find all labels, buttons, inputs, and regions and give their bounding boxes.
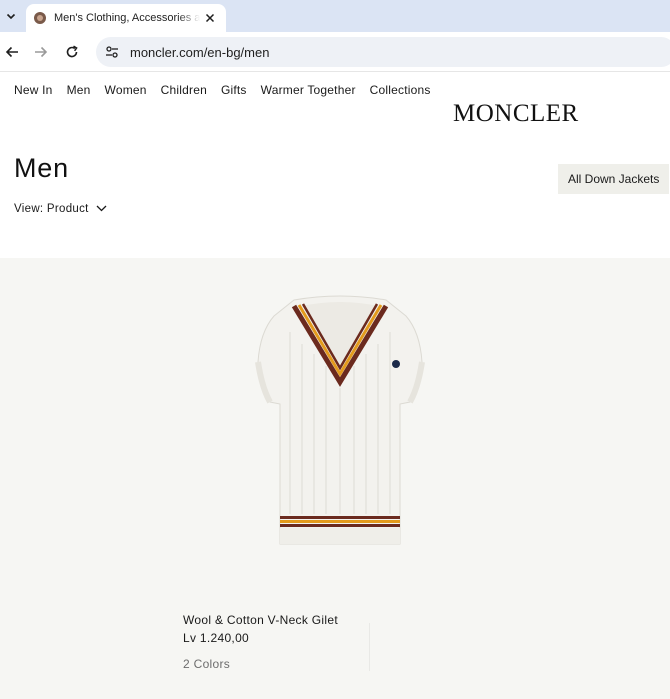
url-text: moncler.com/en-bg/men (130, 44, 270, 60)
product-color-count[interactable]: 2 Colors (183, 657, 338, 671)
reload-icon[interactable] (62, 42, 82, 62)
filter-chip-all-down-jackets[interactable]: All Down Jackets (558, 164, 670, 194)
product-card-info[interactable]: Wool & Cotton V-Neck Gilet Lv 1.240,00 2… (183, 613, 338, 671)
nav-item-new-in[interactable]: New In (14, 83, 53, 97)
view-selector[interactable]: View: Product (14, 203, 107, 215)
browser-toolbar: moncler.com/en-bg/men (0, 32, 670, 72)
browser-tab-active[interactable]: Men's Clothing, Accessories and (26, 4, 226, 32)
tab-title: Men's Clothing, Accessories and (54, 12, 200, 24)
chevron-down-icon (96, 203, 107, 215)
moncler-favicon-icon (34, 12, 46, 24)
view-selector-label: View: Product (14, 203, 89, 215)
nav-item-gifts[interactable]: Gifts (221, 83, 247, 97)
nav-item-men[interactable]: Men (67, 83, 91, 97)
address-bar[interactable]: moncler.com/en-bg/men (96, 37, 670, 67)
product-price: Lv 1.240,00 (183, 631, 250, 645)
page-title: Men (14, 153, 69, 183)
main-navigation: New In Men Women Children Gifts Warmer T… (14, 83, 431, 97)
forward-arrow-icon[interactable] (31, 42, 51, 62)
nav-item-children[interactable]: Children (161, 83, 207, 97)
browser-tabstrip: Men's Clothing, Accessories and (0, 0, 670, 32)
product-grid: Wool & Cotton V-Neck Gilet Lv 1.240,00 2… (0, 258, 670, 699)
tab-search-chevron-icon[interactable] (0, 5, 22, 27)
product-name[interactable]: Wool & Cotton V-Neck Gilet (183, 613, 338, 627)
nav-item-collections[interactable]: Collections (370, 83, 431, 97)
nav-item-women[interactable]: Women (105, 83, 147, 97)
card-divider (369, 623, 370, 671)
close-tab-icon[interactable] (202, 10, 218, 26)
product-image-gilet[interactable] (250, 292, 430, 550)
site-settings-icon[interactable] (104, 44, 120, 60)
nav-item-warmer-together[interactable]: Warmer Together (261, 83, 356, 97)
back-arrow-icon[interactable] (2, 42, 22, 62)
moncler-logo[interactable]: MONCLER (453, 100, 579, 128)
